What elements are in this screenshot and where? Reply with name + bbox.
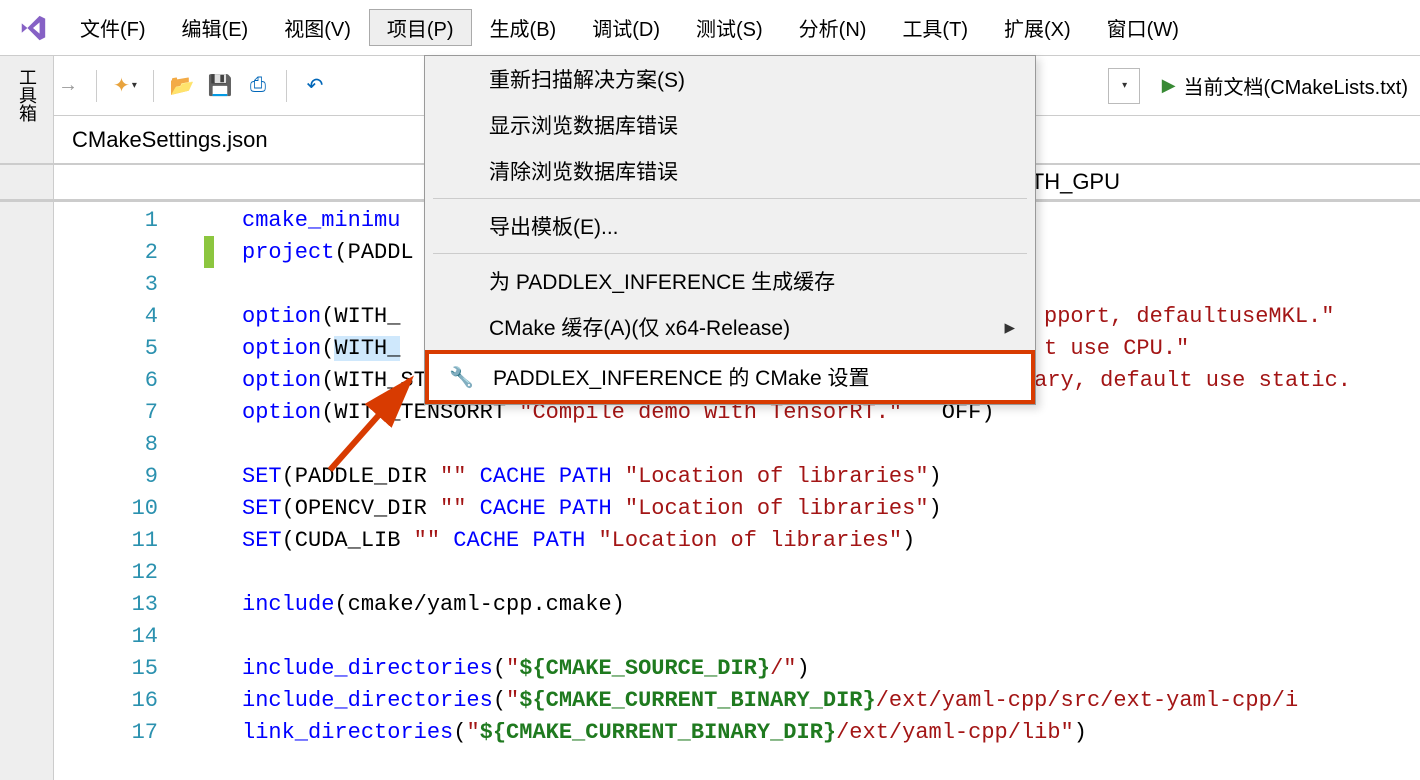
line-number: 17 [54,720,194,745]
line-number: 5 [54,336,194,361]
code-line[interactable]: option(WITH_ [194,336,400,361]
code-line[interactable]: include(cmake/yaml-cpp.cmake) [194,592,625,617]
code-line[interactable]: SET(PADDLE_DIR "" CACHE PATH "Location o… [194,464,942,489]
play-icon: ▶ [1162,75,1176,96]
wrench-icon: 🔧 [449,365,474,390]
menu-bar: 文件(F)编辑(E)视图(V)项目(P)生成(B)调试(D)测试(S)分析(N)… [0,0,1420,56]
line-number: 12 [54,560,194,585]
code-line[interactable]: option(WITH_ [194,304,400,329]
menu-扩展x[interactable]: 扩展(X) [986,9,1089,46]
line-number: 4 [54,304,194,329]
project-menu-dropdown: 重新扫描解决方案(S)显示浏览数据库错误清除浏览数据库错误导出模板(E)... 为… [424,55,1036,405]
code-line-right[interactable]: pport, defaultuseMKL." [1044,304,1334,329]
code-line[interactable]: SET(CUDA_LIB "" CACHE PATH "Location of … [194,528,915,553]
submenu-arrow-icon: ▸ [1004,315,1015,340]
line-number: 1 [54,208,194,233]
menu-生成b[interactable]: 生成(B) [472,9,575,46]
code-line[interactable]: project(PADDL [194,240,414,265]
code-line[interactable]: include_directories("${CMAKE_CURRENT_BIN… [194,688,1298,713]
menu-文件f[interactable]: 文件(F) [62,9,164,46]
config-dropdown[interactable]: ▾ [1108,68,1140,104]
line-number: 3 [54,272,194,297]
code-line[interactable]: include_directories("${CMAKE_SOURCE_DIR}… [194,656,810,681]
menu-窗口w[interactable]: 窗口(W) [1089,9,1197,46]
line-number: 10 [54,496,194,521]
line-number: 9 [54,464,194,489]
menu-视图v[interactable]: 视图(V) [266,9,369,46]
run-current-doc-button[interactable]: ▶ 当前文档(CMakeLists.txt) [1162,71,1408,100]
vs-logo-icon [16,11,50,45]
save-button[interactable]: 💾 [202,68,238,104]
line-number: 6 [54,368,194,393]
line-number: 15 [54,656,194,681]
line-number: 16 [54,688,194,713]
menu-测试s[interactable]: 测试(S) [678,9,781,46]
open-button[interactable]: 📂 [164,68,200,104]
breadcrumb-scope[interactable]: ITH_GPU [1025,169,1120,195]
run-doc-label: 当前文档(CMakeLists.txt) [1184,71,1408,100]
menu-分析n[interactable]: 分析(N) [781,9,885,46]
code-line[interactable]: cmake_minimu [194,208,400,233]
menu-编辑e[interactable]: 编辑(E) [164,9,267,46]
line-number: 14 [54,624,194,649]
menu-item-4[interactable]: 导出模板(E)... [425,203,1035,249]
menu-item-8[interactable]: 🔧PADDLEX_INFERENCE 的 CMake 设置 [425,350,1035,404]
code-line[interactable]: link_directories("${CMAKE_CURRENT_BINARY… [194,720,1087,745]
menu-工具t[interactable]: 工具(T) [884,9,986,46]
menu-item-2[interactable]: 清除浏览数据库错误 [425,148,1035,194]
code-line-right[interactable]: t use CPU." [1044,336,1189,361]
tab-cmakesettings[interactable]: CMakeSettings.json [72,127,268,153]
line-number: 8 [54,432,194,457]
line-number: 2 [54,240,194,265]
undo-button[interactable]: ↶ [297,68,333,104]
save-all-button[interactable]: ⎙ [240,68,276,104]
line-number: 11 [54,528,194,553]
menu-item-0[interactable]: 重新扫描解决方案(S) [425,56,1035,102]
menu-item-7[interactable]: CMake 缓存(A)(仅 x64-Release)▸ [425,304,1035,350]
code-line[interactable]: SET(OPENCV_DIR "" CACHE PATH "Location o… [194,496,942,521]
line-number: 13 [54,592,194,617]
menu-项目p[interactable]: 项目(P) [369,9,472,46]
menu-item-6[interactable]: 为 PADDLEX_INFERENCE 生成缓存 [425,258,1035,304]
line-number: 7 [54,400,194,425]
modified-marker [204,236,214,268]
menu-item-1[interactable]: 显示浏览数据库错误 [425,102,1035,148]
new-item-button[interactable]: ✦▾ [107,68,143,104]
nav-fwd-button[interactable]: → [50,68,86,104]
menu-调试d[interactable]: 调试(D) [574,9,678,46]
